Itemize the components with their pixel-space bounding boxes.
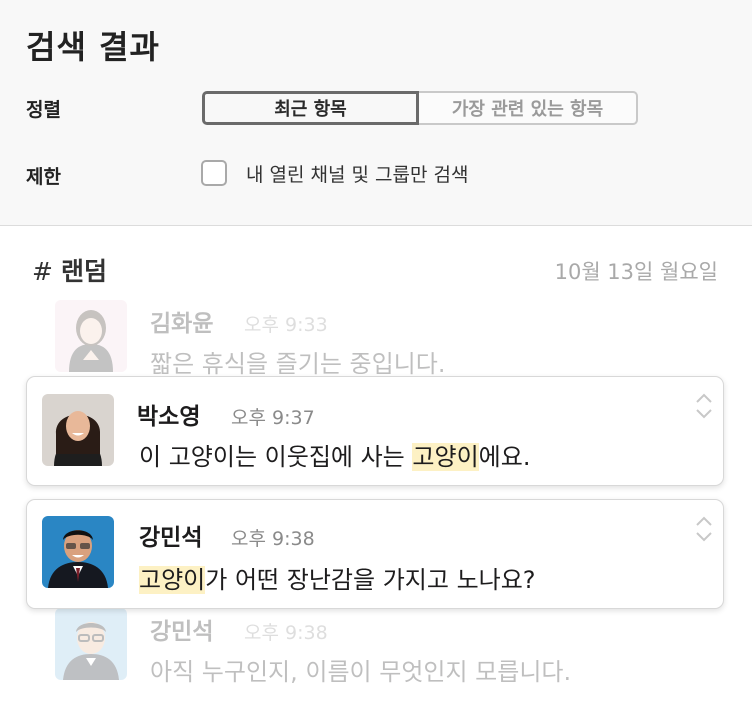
avatar: [55, 608, 127, 680]
message-time[interactable]: 오후 9:38: [231, 524, 315, 551]
channel-heading[interactable]: # 랜덤: [32, 252, 107, 288]
avatar: [42, 394, 114, 466]
message-text-part: 가 어떤 장난감을 가지고 노나요?: [205, 566, 536, 594]
message-text: 이 고양이는 이웃집에 사는 고양이에요.: [139, 437, 530, 472]
channel-name: 랜덤: [60, 257, 107, 286]
message-card[interactable]: 강민석 오후 9:38 고양이가 어떤 장난감을 가지고 노나요?: [26, 499, 724, 609]
open-channels-checkbox-label[interactable]: 내 열린 채널 및 그룹만 검색: [246, 160, 468, 187]
sort-label: 정렬: [26, 99, 61, 121]
message-time[interactable]: 오후 9:33: [244, 310, 328, 337]
open-channels-checkbox[interactable]: [201, 160, 227, 186]
search-highlight: 고양이: [412, 443, 479, 471]
page-title: 검색 결과: [26, 28, 160, 66]
chevron-up-down-icon[interactable]: [695, 514, 713, 544]
hash-icon: #: [32, 257, 53, 286]
message-text: 고양이가 어떤 장난감을 가지고 노나요?: [139, 560, 536, 595]
message-card[interactable]: 박소영 오후 9:37 이 고양이는 이웃집에 사는 고양이에요.: [26, 376, 724, 486]
filter-label: 제한: [26, 166, 61, 188]
avatar: [55, 300, 127, 372]
search-highlight: 고양이: [139, 566, 206, 594]
chevron-up-down-icon[interactable]: [695, 391, 713, 421]
message-author[interactable]: 강민석: [139, 518, 202, 552]
avatar: [42, 516, 114, 588]
message-author[interactable]: 박소영: [137, 397, 200, 431]
message-time[interactable]: 오후 9:37: [231, 403, 315, 430]
message-author[interactable]: 김화윤: [150, 304, 213, 338]
message-text: 짧은 휴식을 즐기는 중입니다.: [150, 350, 446, 378]
date-divider: 10월 13일 월요일: [554, 260, 718, 284]
message-text-part: 이 고양이는 이웃집에 사는: [139, 443, 413, 471]
message-text-part: 에요.: [478, 443, 531, 471]
message-text: 아직 누구인지, 이름이 무엇인지 모릅니다.: [150, 658, 572, 686]
sort-recent-button[interactable]: 최근 항목: [202, 91, 419, 125]
message-time[interactable]: 오후 9:38: [244, 618, 328, 645]
search-results-header: 검색 결과 정렬 최근 항목 가장 관련 있는 항목 제한 내 열린 채널 및 …: [0, 0, 752, 226]
sort-relevant-button[interactable]: 가장 관련 있는 항목: [419, 91, 638, 125]
sort-segmented-control: 최근 항목 가장 관련 있는 항목: [202, 91, 638, 125]
message-author[interactable]: 강민석: [150, 612, 213, 646]
